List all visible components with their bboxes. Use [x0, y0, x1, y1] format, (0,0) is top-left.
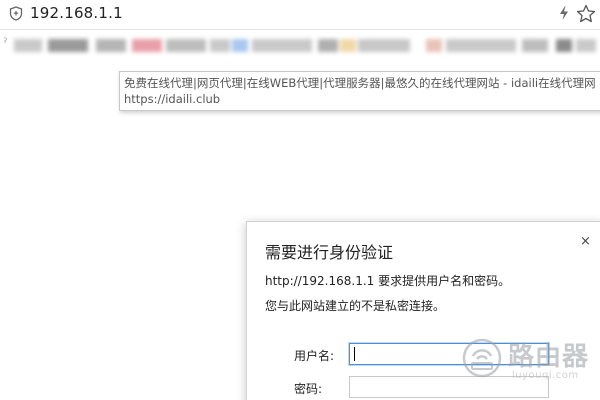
username-label: 用户名:	[294, 349, 335, 363]
dialog-warning: 您与此网站建立的不是私密连接。	[265, 299, 446, 313]
address-bar: 192.168.1.1	[0, 0, 600, 28]
bookmarks-bar: ˀ	[0, 29, 600, 60]
bookmark-tooltip: 免费在线代理|网页代理|在线WEB代理|代理服务器|最悠久的在线代理网站 - i…	[119, 71, 600, 111]
watermark: 路由器 luyouqi.com	[462, 330, 598, 400]
url-text[interactable]: 192.168.1.1	[30, 4, 123, 22]
watermark-text: 路由器	[508, 342, 590, 372]
tooltip-title: 免费在线代理|网页代理|在线WEB代理|代理服务器|最悠久的在线代理网站 - i…	[124, 76, 596, 90]
text-caret	[354, 347, 355, 361]
dialog-title: 需要进行身份验证	[265, 243, 394, 262]
dialog-message: http://192.168.1.1 要求提供用户名和密码。	[265, 274, 511, 288]
password-label: 密码:	[294, 382, 323, 396]
router-logo-icon	[462, 338, 502, 378]
tooltip-url: https://idaili.club	[124, 92, 221, 106]
bolt-icon[interactable]	[558, 5, 570, 21]
star-icon[interactable]	[576, 4, 596, 23]
bookmarks-blurred-items	[0, 30, 600, 60]
close-icon[interactable]: ×	[580, 235, 591, 249]
shield-icon[interactable]	[9, 6, 23, 21]
watermark-subtext: luyouqi.com	[512, 370, 579, 381]
